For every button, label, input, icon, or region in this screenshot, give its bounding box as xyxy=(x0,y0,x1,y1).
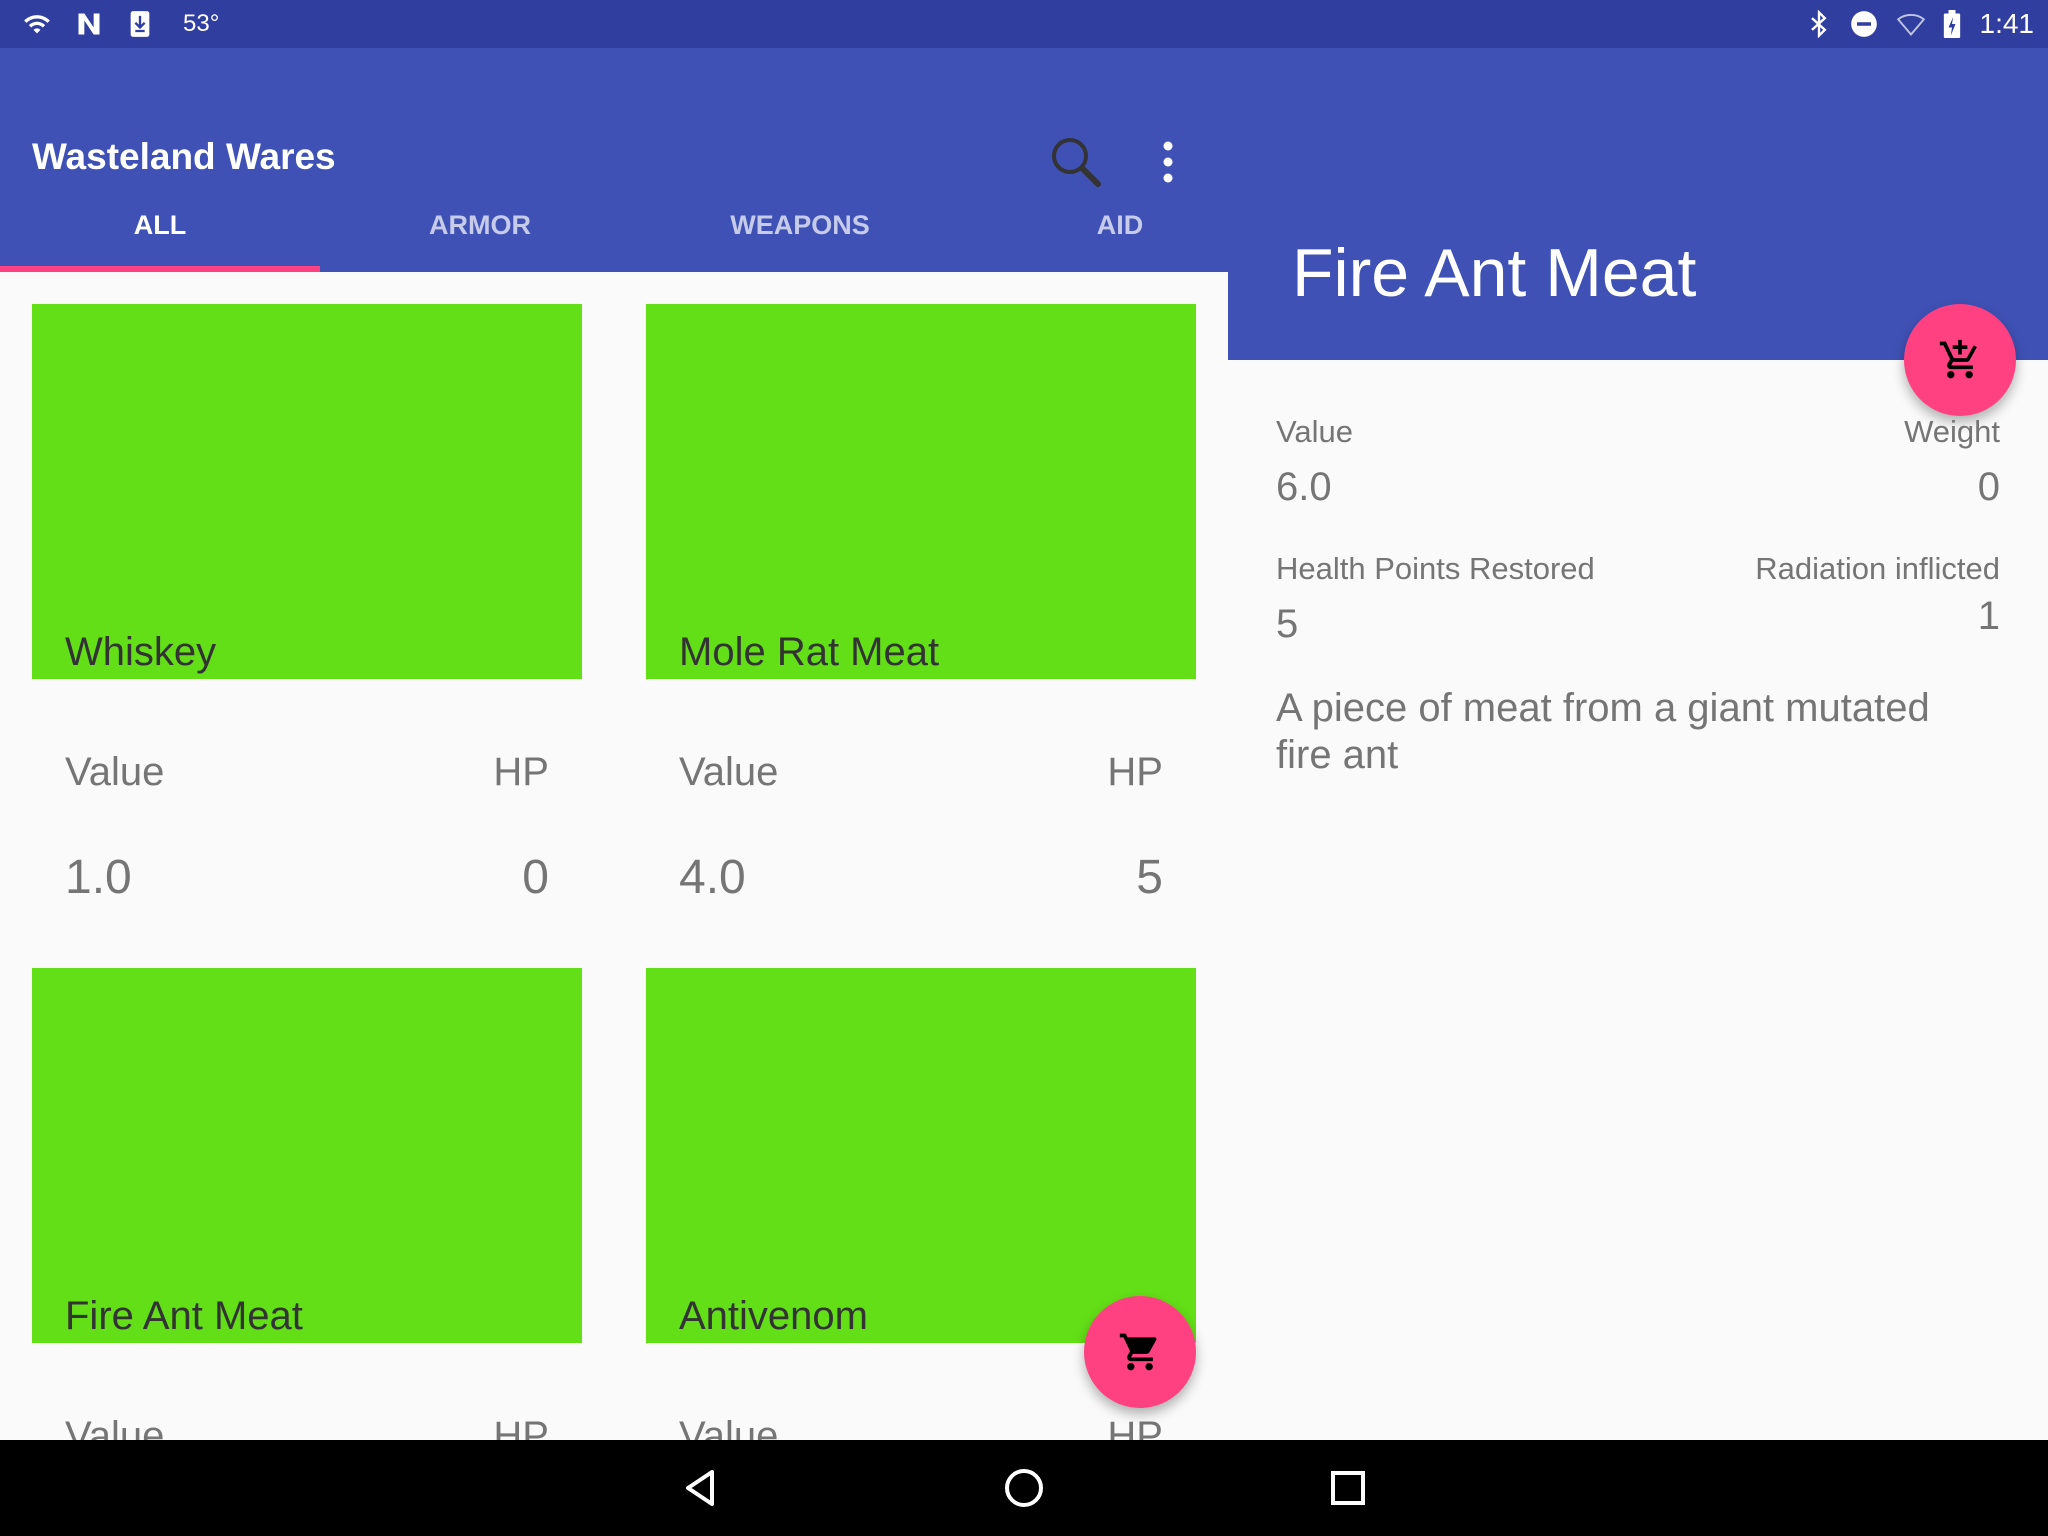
status-bar: 53° 1:41 xyxy=(0,0,2048,48)
detail-body: Value Weight 6.0 0 Health Points Restore… xyxy=(1228,360,2048,1440)
detail-weight-label: Weight xyxy=(1904,414,2000,449)
navigation-bar xyxy=(0,1440,2048,1536)
value-text: 4.0 xyxy=(679,851,746,904)
item-name: Fire Ant Meat xyxy=(65,1294,303,1338)
value-text: 1.0 xyxy=(65,851,132,904)
detail-radiation-label: Radiation inflicted xyxy=(1755,551,2000,586)
item-name: Whiskey xyxy=(65,630,217,674)
app-title: Wasteland Wares xyxy=(32,136,336,177)
item-image xyxy=(646,968,1196,1343)
value-label: Value xyxy=(679,750,779,794)
cart-fab[interactable] xyxy=(1084,1296,1196,1408)
detail-hp-label: Health Points Restored xyxy=(1276,551,1595,586)
download-icon xyxy=(130,11,150,37)
item-card-fire-ant-meat[interactable]: Fire Ant Meat Value HP xyxy=(32,968,582,1440)
detail-radiation: 1 xyxy=(1977,594,2000,638)
detail-title: Fire Ant Meat xyxy=(1292,235,1697,311)
tab-armor[interactable]: ARMOR xyxy=(320,192,640,272)
hp-label: HP xyxy=(1107,1414,1163,1440)
hp-label: HP xyxy=(493,750,549,794)
battery-charging-icon xyxy=(1943,10,1961,38)
more-vert-icon xyxy=(1163,141,1173,183)
n-icon xyxy=(78,13,100,35)
item-image xyxy=(32,304,582,679)
tab-bar: ALL ARMOR WEAPONS AID xyxy=(0,192,1228,272)
wifi-outline-icon xyxy=(1896,14,1926,36)
recents-icon xyxy=(1331,1471,1365,1505)
item-card-mole-rat-meat[interactable]: Mole Rat Meat Value HP 4.0 5 xyxy=(646,304,1196,904)
temperature-text: 53° xyxy=(183,10,220,37)
item-image xyxy=(646,304,1196,679)
recents-button[interactable] xyxy=(1318,1458,1378,1518)
home-button[interactable] xyxy=(994,1458,1054,1518)
detail-value: 6.0 xyxy=(1276,465,1332,509)
detail-weight: 0 xyxy=(1977,465,2000,509)
back-icon xyxy=(686,1470,714,1506)
hp-text: 0 xyxy=(522,851,549,904)
do-not-disturb-icon xyxy=(1851,11,1877,37)
value-label: Value xyxy=(65,750,165,794)
item-card-whiskey[interactable]: Whiskey Value HP 1.0 0 xyxy=(32,304,582,904)
tab-all[interactable]: ALL xyxy=(0,192,320,272)
search-button[interactable] xyxy=(1048,134,1104,190)
detail-description: A piece of meat from a giant mutated fir… xyxy=(1276,686,1930,777)
item-name: Mole Rat Meat xyxy=(679,630,940,674)
detail-hp: 5 xyxy=(1276,602,1299,646)
item-image xyxy=(32,968,582,1343)
item-name: Antivenom xyxy=(679,1294,868,1338)
tab-weapons[interactable]: WEAPONS xyxy=(640,192,960,272)
bluetooth-icon xyxy=(1811,10,1827,38)
search-icon xyxy=(1052,138,1101,187)
value-label: Value xyxy=(679,1414,779,1440)
clock-text: 1:41 xyxy=(1979,8,2035,39)
more-options-button[interactable] xyxy=(1148,134,1188,190)
wifi-icon xyxy=(24,15,50,34)
back-button[interactable] xyxy=(670,1458,730,1518)
value-label: Value xyxy=(65,1414,165,1440)
item-grid: Whiskey Value HP 1.0 0 Mole Rat Meat Val… xyxy=(0,272,1228,1440)
detail-value-label: Value xyxy=(1276,414,1353,449)
hp-label: HP xyxy=(1107,750,1163,794)
hp-text: 5 xyxy=(1136,851,1163,904)
shopping-cart-icon xyxy=(1119,1333,1157,1371)
home-icon xyxy=(1005,1469,1043,1507)
hp-label: HP xyxy=(493,1414,549,1440)
